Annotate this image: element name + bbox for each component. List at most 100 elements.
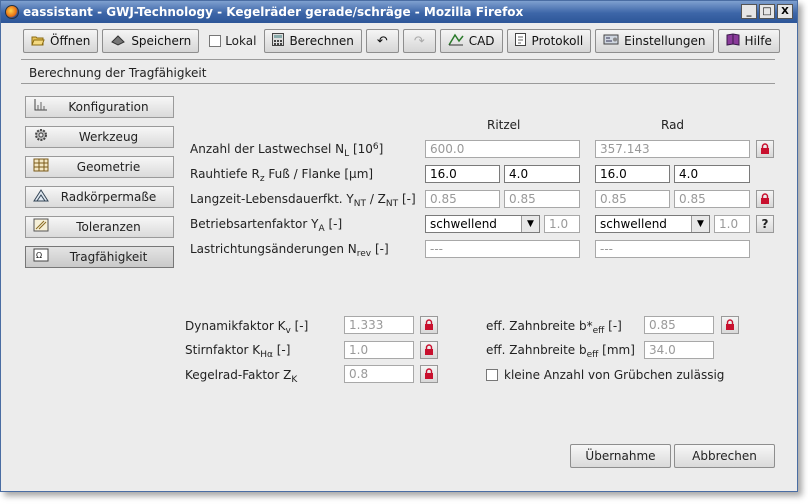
dynamikfaktor-label: Dynamikfaktor Kv [-] <box>185 319 309 336</box>
lastrichtung-label-pre: Lastrichtungsänderungen N <box>190 242 357 256</box>
formula-icon: Ω <box>30 248 52 266</box>
lastrichtung-label: Lastrichtungsänderungen Nrev [-] <box>190 242 389 259</box>
stirnfaktor-label-post: [-] <box>272 343 291 357</box>
zahnbreite-abs-label-sub: eff <box>586 350 599 360</box>
save-button[interactable]: Speichern <box>102 29 200 53</box>
gear-icon <box>30 127 52 147</box>
grid-icon <box>30 158 52 176</box>
nav-werkzeug[interactable]: Werkzeug <box>25 126 174 148</box>
rauhtiefe-label-pre: Rauhtiefe R <box>190 167 260 181</box>
lastwechsel-label-post: ] <box>378 142 384 156</box>
betriebsart-ritzel-value-field: 1.0 <box>544 215 580 233</box>
lebensdauer-lock-button[interactable] <box>756 190 774 208</box>
minimize-button[interactable]: _ <box>741 4 757 19</box>
zahnbreite-rel-label-post: [-] <box>604 319 622 333</box>
drawing-icon <box>30 188 52 206</box>
zahnbreite-rel-label-pre: eff. Zahnbreite b* <box>486 319 593 333</box>
open-label: Öffnen <box>50 34 91 48</box>
lebensdauer-label-mid: / Z <box>366 192 386 206</box>
chevron-down-icon[interactable]: ▼ <box>691 216 709 232</box>
kegelrad-faktor-lock-button[interactable] <box>420 365 438 383</box>
gruebchen-checkbox-box[interactable] <box>486 369 498 381</box>
calculate-label: Berechnen <box>289 34 354 48</box>
apply-button[interactable]: Übernahme <box>570 444 671 468</box>
help-label: Hilfe <box>744 34 772 48</box>
nav-konfiguration[interactable]: Konfiguration <box>25 96 174 118</box>
dynamikfaktor-lock-button[interactable] <box>420 316 438 334</box>
nav-toleranzen[interactable]: Toleranzen <box>25 216 174 238</box>
stirnfaktor-field: 1.0 <box>344 341 414 359</box>
dynamikfaktor-label-post: [-] <box>290 319 309 333</box>
protocol-icon <box>514 33 527 49</box>
cancel-button[interactable]: Abbrechen <box>674 444 775 468</box>
redo-button[interactable]: ↷ <box>402 29 436 53</box>
calculator-icon <box>272 33 285 49</box>
local-label: Lokal <box>225 34 257 48</box>
nav-geometrie[interactable]: Geometrie <box>25 156 174 178</box>
help-button[interactable]: Hilfe <box>717 29 780 53</box>
stirnfaktor-lock-button[interactable] <box>420 341 438 359</box>
nav-radkoerpermasse[interactable]: Radkörpermaße <box>25 186 174 208</box>
dynamikfaktor-field: 1.333 <box>344 316 414 334</box>
rauhtiefe-rad-flanke-input[interactable]: 4.0 <box>674 165 750 183</box>
calculate-button[interactable]: Berechnen <box>264 29 362 53</box>
gruebchen-checkbox[interactable]: kleine Anzahl von Grübchen zulässig <box>486 368 724 382</box>
cad-button[interactable]: CAD <box>439 29 503 53</box>
toolbar-divider <box>21 59 775 60</box>
stirnfaktor-label-pre: Stirnfaktor K <box>185 343 261 357</box>
lebensdauer-rad-z-field: 0.85 <box>674 190 750 208</box>
betriebsart-rad-select[interactable]: schwellend ▼ <box>595 215 710 233</box>
protocol-button[interactable]: Protokoll <box>506 29 592 53</box>
zahnbreite-rel-lock-button[interactable] <box>721 316 739 334</box>
local-checkbox-box[interactable] <box>209 35 222 47</box>
chevron-down-icon[interactable]: ▼ <box>521 216 539 232</box>
open-button[interactable]: Öffnen <box>23 29 99 53</box>
rauhtiefe-ritzel-fuss-input[interactable]: 16.0 <box>425 165 500 183</box>
nav-tragfaehigkeit[interactable]: Ω Tragfähigkeit <box>25 246 174 268</box>
column-header-rad: Rad <box>661 118 685 132</box>
nav-konfiguration-label: Konfiguration <box>68 100 149 114</box>
column-header-ritzel: Ritzel <box>487 118 521 132</box>
zahnbreite-rel-field: 0.85 <box>644 316 714 334</box>
local-checkbox[interactable]: Lokal <box>209 34 256 48</box>
nav-geometrie-label: Geometrie <box>76 160 141 174</box>
tolerance-icon <box>30 218 52 236</box>
title-bar: eassistant - GWJ-Technology - Kegelräder… <box>1 1 797 23</box>
close-button[interactable]: X <box>777 4 793 19</box>
ruler-icon <box>30 98 52 116</box>
rauhtiefe-label-post: Fuß / Flanke [µm] <box>264 167 374 181</box>
maximize-button[interactable]: □ <box>759 4 775 19</box>
settings-button[interactable]: Einstellungen <box>595 29 714 53</box>
lastwechsel-label-mid: [10 <box>349 142 373 156</box>
kegelrad-faktor-label-pre: Kegelrad-Faktor Z <box>185 368 292 382</box>
zahnbreite-abs-label-pre: eff. Zahnbreite b <box>486 343 587 357</box>
betriebsart-help-button[interactable]: ? <box>756 215 774 233</box>
folder-open-icon <box>31 34 45 49</box>
betriebsart-ritzel-select-value: schwellend <box>430 217 497 231</box>
kegelrad-faktor-label: Kegelrad-Faktor ZK <box>185 368 297 385</box>
rauhtiefe-rad-fuss-input[interactable]: 16.0 <box>595 165 670 183</box>
section-title: Berechnung der Tragfähigkeit <box>29 66 207 80</box>
stirnfaktor-label-sub: Hα <box>260 350 273 360</box>
rauhtiefe-label: Rauhtiefe Rz Fuß / Flanke [µm] <box>190 167 374 184</box>
betriebsart-rad-value-field: 1.0 <box>714 215 750 233</box>
lastwechsel-lock-button[interactable] <box>756 140 774 158</box>
lastwechsel-rad-field: 357.143 <box>595 140 750 158</box>
nav-tragfaehigkeit-label: Tragfähigkeit <box>69 250 148 264</box>
zahnbreite-abs-label: eff. Zahnbreite beff [mm] <box>486 343 635 360</box>
lock-icon <box>761 193 769 204</box>
gruebchen-label: kleine Anzahl von Grübchen zulässig <box>504 368 725 382</box>
protocol-label: Protokoll <box>531 34 584 48</box>
betriebsart-rad-select-value: schwellend <box>600 217 667 231</box>
betriebsart-ritzel-select[interactable]: schwellend ▼ <box>425 215 540 233</box>
zahnbreite-rel-label-sub: eff <box>592 326 605 336</box>
betriebsart-label-post: [-] <box>324 217 343 231</box>
toolbar: Öffnen Speichern Lokal Berechnen ↶ ↷ CAD… <box>1 26 797 56</box>
lastrichtung-rad-field: --- <box>595 240 750 258</box>
lock-icon <box>726 319 734 330</box>
undo-button[interactable]: ↶ <box>365 29 399 53</box>
lebensdauer-rad-y-field: 0.85 <box>595 190 670 208</box>
rauhtiefe-ritzel-flanke-input[interactable]: 4.0 <box>504 165 580 183</box>
browser-window: eassistant - GWJ-Technology - Kegelräder… <box>0 0 798 492</box>
save-label: Speichern <box>131 34 192 48</box>
